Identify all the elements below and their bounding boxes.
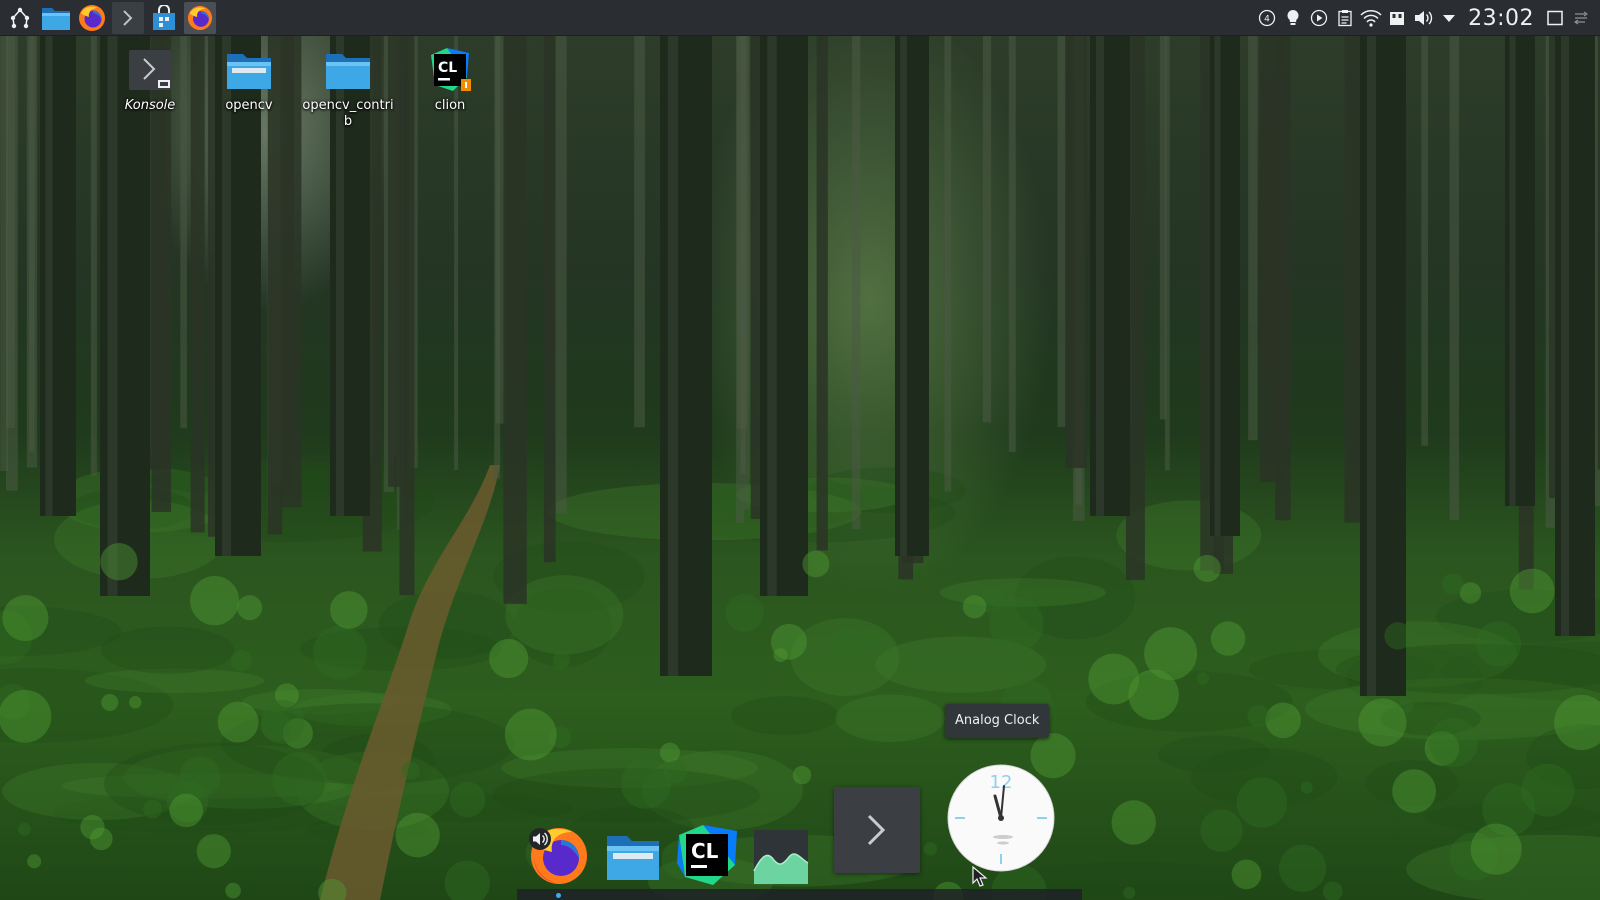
store-icon (153, 4, 175, 30)
discover-launcher[interactable] (148, 2, 180, 34)
kde-menu-icon (10, 7, 30, 28)
expand-arrow-icon (1443, 15, 1456, 22)
show-desktop-button[interactable] (1544, 7, 1566, 29)
dock-volume-overlay (528, 827, 552, 851)
system-tray: 4 23:02 (1256, 0, 1592, 36)
volume-icon (529, 828, 551, 850)
dock-panel (517, 889, 1082, 900)
svg-text:CL: CL (438, 60, 457, 76)
clion-icon: CL (426, 46, 474, 94)
analog-clock-tooltip: Analog Clock (945, 704, 1050, 738)
konsole-launcher[interactable] (112, 1, 144, 34)
network-tray[interactable] (1360, 7, 1382, 29)
terminal-icon (126, 46, 174, 94)
dock-system-monitor[interactable] (752, 828, 810, 886)
desktop-icon-opencv[interactable]: opencv (201, 46, 297, 114)
desktop-icon-opencv-contrib[interactable]: opencv_contrib (300, 46, 396, 130)
media-player-tray[interactable] (1308, 7, 1330, 29)
tray-expand-button[interactable] (1438, 7, 1460, 29)
svg-text:CL: CL (691, 839, 719, 863)
clock-numeral-12: 12 (990, 772, 1013, 793)
night-color-tray[interactable] (1282, 7, 1304, 29)
storage-icon (1390, 12, 1405, 25)
application-launcher-button[interactable] (4, 2, 36, 34)
folder-icon (225, 46, 273, 94)
svg-text:4: 4 (1264, 15, 1270, 25)
dock-file-manager[interactable] (603, 828, 663, 886)
show-desktop-icon (1547, 10, 1563, 26)
media-play-icon (1310, 9, 1328, 27)
desktop-icon-label: opencv (225, 98, 273, 113)
clion-icon: CL (677, 825, 737, 885)
terminal-icon (867, 814, 886, 846)
badge-4-icon: 4 (1258, 9, 1276, 27)
folder-icon (607, 836, 659, 880)
file-manager-launcher[interactable] (40, 2, 72, 34)
digital-clock[interactable]: 23:02 (1468, 6, 1534, 31)
dock-clion[interactable]: CL (674, 822, 740, 888)
desktop-icon-label: opencv_contrib (302, 98, 394, 129)
dock-konsole[interactable] (834, 787, 920, 873)
bulb-icon (1287, 9, 1299, 25)
clipboard-icon (1338, 10, 1352, 27)
task-firefox[interactable] (184, 1, 216, 34)
panel-options-button[interactable] (1570, 7, 1592, 29)
running-indicator (556, 893, 561, 898)
desktop-wallpaper (0, 36, 1600, 900)
wifi-icon (1360, 10, 1382, 27)
mouse-cursor-icon (972, 866, 988, 887)
volume-icon (1415, 11, 1433, 25)
folder-icon (324, 46, 372, 94)
desktop-icon-label: Konsole (124, 98, 176, 113)
desktop-icon-label: clion (434, 98, 466, 113)
firefox-launcher[interactable] (76, 2, 108, 34)
notification-count-badge[interactable]: 4 (1256, 7, 1278, 29)
terminal-icon (123, 9, 133, 26)
clipboard-tray[interactable] (1334, 7, 1356, 29)
panel-settings-icon (1574, 11, 1588, 25)
volume-tray[interactable] (1412, 7, 1434, 29)
devices-tray[interactable] (1386, 7, 1408, 29)
system-monitor-icon (753, 830, 809, 884)
desktop-icon-clion[interactable]: CL clion (402, 46, 498, 114)
folder-icon (42, 7, 70, 30)
firefox-icon (79, 4, 105, 31)
firefox-icon (187, 5, 213, 30)
desktop-icon-konsole[interactable]: Konsole (102, 46, 198, 114)
top-panel: 4 23:02 (0, 0, 1600, 36)
analog-clock-widget[interactable]: 12 (947, 764, 1055, 872)
